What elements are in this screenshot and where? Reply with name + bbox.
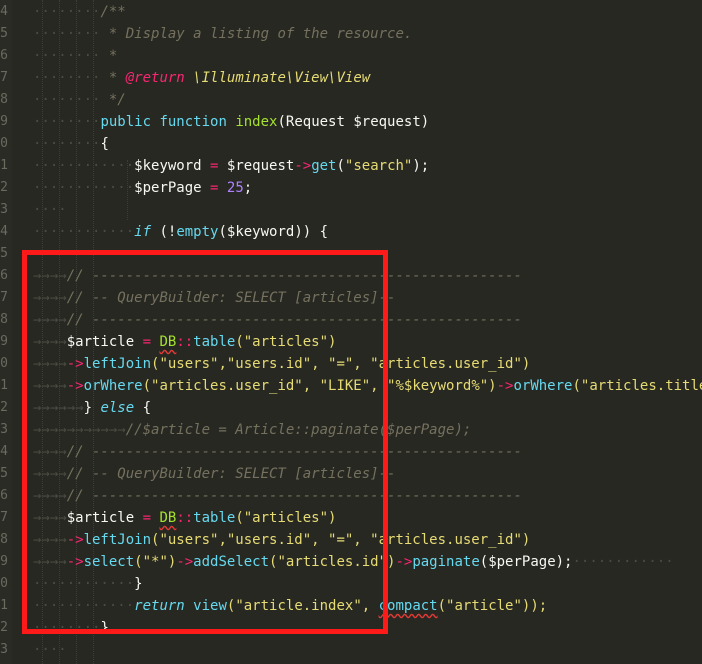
code-line: →→→→// ---------------------------------… [33, 312, 522, 328]
code-line: ········ * Display a listing of the reso… [33, 26, 413, 42]
line-number: 0 [0, 136, 8, 151]
code-line: →→→→->orWhere("articles.user_id", "LIKE"… [33, 378, 702, 394]
line-number: 3 [0, 202, 8, 217]
code-line: ············if (!empty($keyword)) { [33, 224, 329, 240]
code-line: ········ * [33, 48, 118, 64]
line-number: 6 [0, 488, 8, 503]
line-number: 3 [0, 422, 8, 437]
line-number: 1 [0, 158, 8, 173]
line-number: 6 [0, 48, 8, 63]
code-line: ········ */ [33, 92, 126, 108]
code-line: ············$keyword = $request->get("se… [33, 158, 430, 174]
line-number: 1 [0, 378, 8, 393]
code-line: ········} [33, 620, 109, 636]
line-number: 1 [0, 598, 8, 613]
line-number: 8 [0, 532, 8, 547]
code-line: →→→→$article = DB::table("articles") [33, 334, 337, 350]
code-line: →→→→->leftJoin("users","users.id", "=", … [33, 356, 531, 372]
code-line: ········public function index(Request $r… [33, 114, 430, 130]
line-number: 9 [0, 554, 8, 569]
code-line: ········{ [33, 136, 109, 152]
code-line: →→→→->leftJoin("users","users.id", "=", … [33, 532, 531, 548]
code-line: ········/** [33, 4, 126, 20]
code-line: →→→→$article = DB::table("articles") [33, 510, 337, 526]
line-number: 5 [0, 26, 8, 41]
code-line: →→→→// -- QueryBuilder: SELECT [articles… [33, 466, 396, 482]
code-line: ···· [33, 642, 67, 658]
code-line: →→→→→→} else { [33, 400, 152, 416]
line-number: 0 [0, 576, 8, 591]
line-number: 8 [0, 312, 8, 327]
line-number-gutter: 4 5 6 7 8 9 0 1 2 3 4 5 6 7 8 9 0 1 2 3 … [0, 0, 12, 664]
line-number: 2 [0, 180, 8, 195]
code-line: ············} [33, 576, 143, 592]
code-line: →→→→→→→→→→→//$article = Article::paginat… [33, 422, 472, 438]
line-number: 4 [0, 444, 8, 459]
line-number: 8 [0, 92, 8, 107]
code-line: ···· [33, 202, 67, 218]
code-line: →→→→// ---------------------------------… [33, 488, 522, 504]
line-number: 3 [0, 642, 8, 657]
line-number: 9 [0, 114, 8, 129]
code-line: ········ * @return \Illuminate\View\View [33, 70, 371, 86]
line-number: 9 [0, 334, 8, 349]
line-number: 2 [0, 620, 8, 635]
line-number: 6 [0, 268, 8, 283]
line-number: 0 [0, 356, 8, 371]
code-editor[interactable]: 4 5 6 7 8 9 0 1 2 3 4 5 6 7 8 9 0 1 2 3 … [0, 0, 702, 664]
line-number: 5 [0, 466, 8, 481]
code-line: ············$perPage = 25; [33, 180, 253, 196]
line-number: 4 [0, 4, 8, 19]
line-number: 4 [0, 224, 8, 239]
line-number: 7 [0, 290, 8, 305]
line-number: 7 [0, 70, 8, 85]
code-line: →→→→// ---------------------------------… [33, 444, 522, 460]
line-number: 5 [0, 246, 8, 261]
line-number: 7 [0, 510, 8, 525]
code-line: →→→→// ---------------------------------… [33, 268, 522, 284]
line-number: 2 [0, 400, 8, 415]
code-line: →→→→// -- QueryBuilder: SELECT [articles… [33, 290, 396, 306]
code-line: ············return view("article.index",… [33, 598, 548, 614]
code-line: →→→→->select("*")->addSelect("articles.i… [33, 554, 674, 570]
